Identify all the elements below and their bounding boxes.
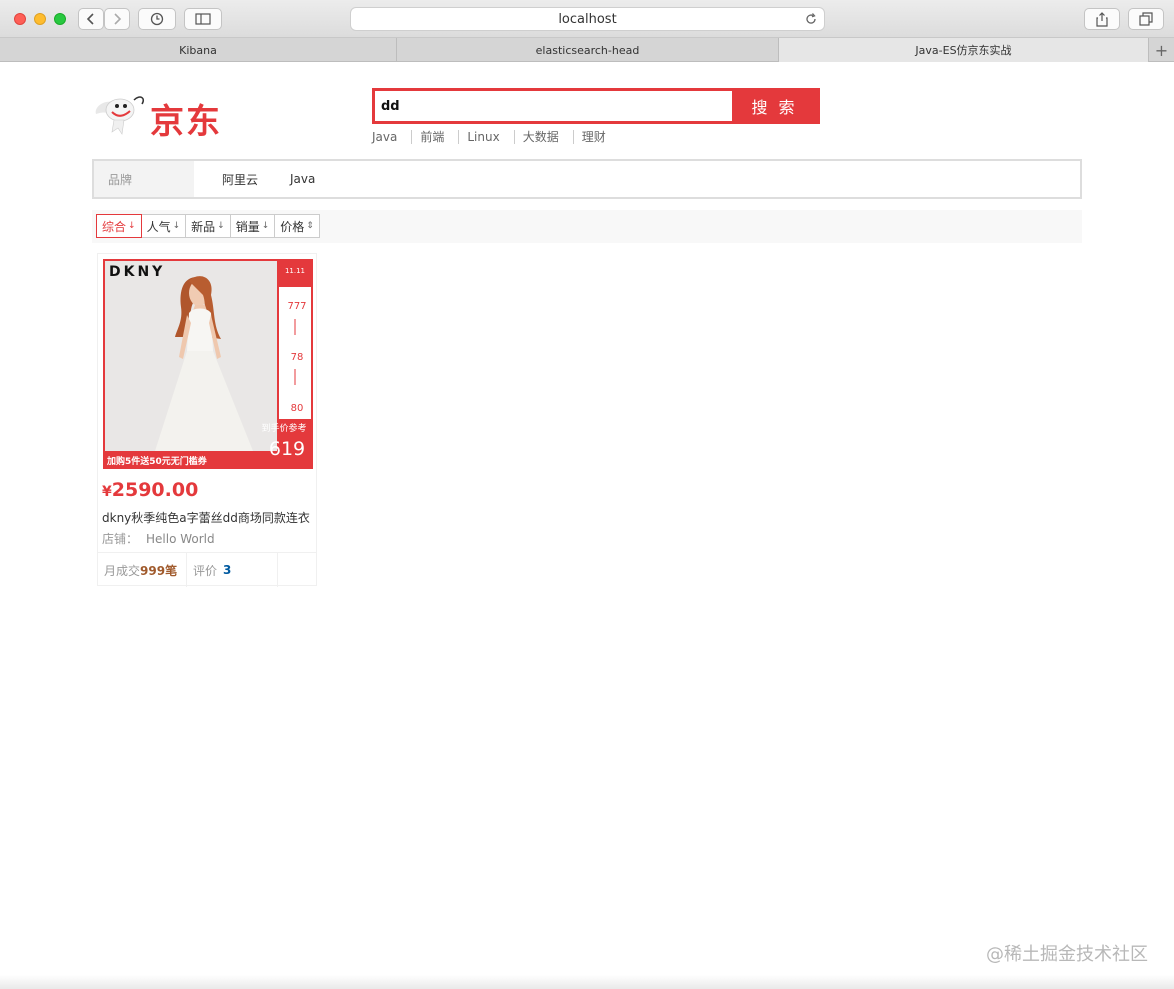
price-value: 2590.00 <box>111 479 199 501</box>
brand-filter-label: 品牌 <box>94 161 194 197</box>
product-title[interactable]: dkny秋季纯色a字蕾丝dd商场同款连衣 <box>102 509 314 526</box>
sort-label: 人气 <box>146 219 171 234</box>
arrow-down-icon: ↓ <box>261 221 270 231</box>
sort-bar: 综合 ↓ 人气 ↓ 新品 ↓ 销量 ↓ 价格 ⇕ <box>92 210 1082 243</box>
sort-label: 新品 <box>191 219 216 234</box>
arrow-down-icon: ↓ <box>172 221 181 231</box>
image-price-3: 80 <box>291 403 304 414</box>
history-button[interactable] <box>138 8 176 30</box>
tab-label: Java-ES仿京东实战 <box>915 44 1012 57</box>
reload-icon[interactable] <box>804 12 818 26</box>
share-icon <box>1096 11 1108 27</box>
search-button[interactable]: 搜 索 <box>732 91 817 121</box>
minimize-window-button[interactable] <box>34 13 46 25</box>
browser-tab-elasticsearch-head[interactable]: elasticsearch-head <box>397 38 779 62</box>
hot-word-linux[interactable]: Linux <box>467 130 515 144</box>
image-banner-text: 加购5件送50元无门槛券 <box>106 455 208 467</box>
sort-newest[interactable]: 新品 ↓ <box>186 214 231 238</box>
sort-price[interactable]: 价格 ⇕ <box>275 214 320 238</box>
chevron-left-icon <box>86 13 94 25</box>
image-brand-text: DKNY <box>109 264 165 280</box>
product-stats: 月成交 999笔 评价 3 <box>98 552 316 587</box>
hot-word-java[interactable]: Java <box>372 130 413 144</box>
sort-label: 价格 <box>280 219 305 234</box>
hot-words: Java 前端 Linux 大数据 理财 <box>372 130 628 144</box>
arrow-down-icon: ↓ <box>217 221 225 231</box>
brand-item-aliyun[interactable]: 阿里云 <box>222 171 258 188</box>
shop-label: 店铺： <box>102 532 139 546</box>
sort-label: 销量 <box>235 219 260 234</box>
product-card: DKNY 11.11 777 78 80 到手价参考 619 加购5件送50元无… <box>97 253 317 587</box>
sort-label: 综合 <box>102 219 127 234</box>
tab-label: Kibana <box>179 43 217 57</box>
browser-tab-java-es[interactable]: Java-ES仿京东实战 <box>779 38 1149 62</box>
brand-filter-bar: 品牌 阿里云 Java <box>92 159 1082 199</box>
tab-label: elasticsearch-head <box>535 43 640 57</box>
browser-titlebar: localhost <box>0 0 1174 38</box>
chat-cell[interactable] <box>278 553 316 587</box>
clock-icon <box>150 12 164 26</box>
arrow-updown-icon: ⇕ <box>306 221 314 231</box>
review-label: 评价 <box>193 563 218 578</box>
address-bar[interactable]: localhost <box>350 7 825 31</box>
plus-icon: + <box>1154 40 1169 60</box>
tabs-overview-button[interactable] <box>1128 8 1164 30</box>
share-button[interactable] <box>1084 8 1120 30</box>
sort-popularity[interactable]: 人气 ↓ <box>141 214 187 238</box>
search-button-label: 搜 索 <box>751 98 798 117</box>
image-price-2: 78 <box>291 352 304 363</box>
product-image[interactable]: DKNY 11.11 777 78 80 到手价参考 619 加购5件送50元无… <box>103 259 313 469</box>
image-price-1: 777 <box>287 301 306 312</box>
back-button[interactable] <box>78 8 104 30</box>
search-input[interactable] <box>375 91 732 121</box>
chevron-right-icon <box>114 13 122 25</box>
browser-tab-kibana[interactable]: Kibana <box>0 38 397 62</box>
product-price: ¥2590.00 <box>102 479 198 501</box>
close-window-button[interactable] <box>14 13 26 25</box>
address-text: localhost <box>558 11 617 27</box>
brand-item-java[interactable]: Java <box>290 172 315 186</box>
sidebar-icon <box>195 13 211 25</box>
shop-name-link[interactable]: Hello World <box>146 532 215 546</box>
sort-composite[interactable]: 综合 ↓ <box>96 214 142 238</box>
jd-logo-text: 京东 <box>150 102 222 142</box>
sales-value: 999笔 <box>140 563 178 578</box>
sort-sales[interactable]: 销量 ↓ <box>230 214 276 238</box>
hot-word-frontend[interactable]: 前端 <box>420 130 460 144</box>
jd-logo[interactable]: 京东 <box>92 90 232 142</box>
monthly-sales: 月成交 999笔 <box>98 553 187 587</box>
zoom-window-button[interactable] <box>54 13 66 25</box>
arrow-down-icon: ↓ <box>128 221 136 231</box>
window-bottom-edge <box>0 975 1174 989</box>
watermark: @稀土掘金技术社区 <box>986 944 1148 965</box>
tabs-icon <box>1139 12 1153 26</box>
image-final-price: 619 <box>269 438 305 460</box>
product-shop: 店铺： Hello World <box>102 530 215 547</box>
browser-tabbar: Kibana elasticsearch-head Java-ES仿京东实战 + <box>0 38 1174 62</box>
sales-label: 月成交 <box>104 563 141 578</box>
event-badge-icon: 11.11 <box>285 267 305 275</box>
image-final-label: 到手价参考 <box>261 422 306 434</box>
search-box: 搜 索 <box>372 88 820 124</box>
hot-word-bigdata[interactable]: 大数据 <box>523 130 574 144</box>
new-tab-button[interactable]: + <box>1149 38 1174 62</box>
currency-symbol: ¥ <box>102 484 112 500</box>
review-count[interactable]: 3 <box>223 563 231 577</box>
forward-button[interactable] <box>104 8 130 30</box>
hot-word-finance[interactable]: 理财 <box>582 130 620 144</box>
sidebar-toggle-button[interactable] <box>184 8 222 30</box>
jd-dog-mascot-icon <box>95 96 145 135</box>
reviews[interactable]: 评价 3 <box>187 553 278 587</box>
